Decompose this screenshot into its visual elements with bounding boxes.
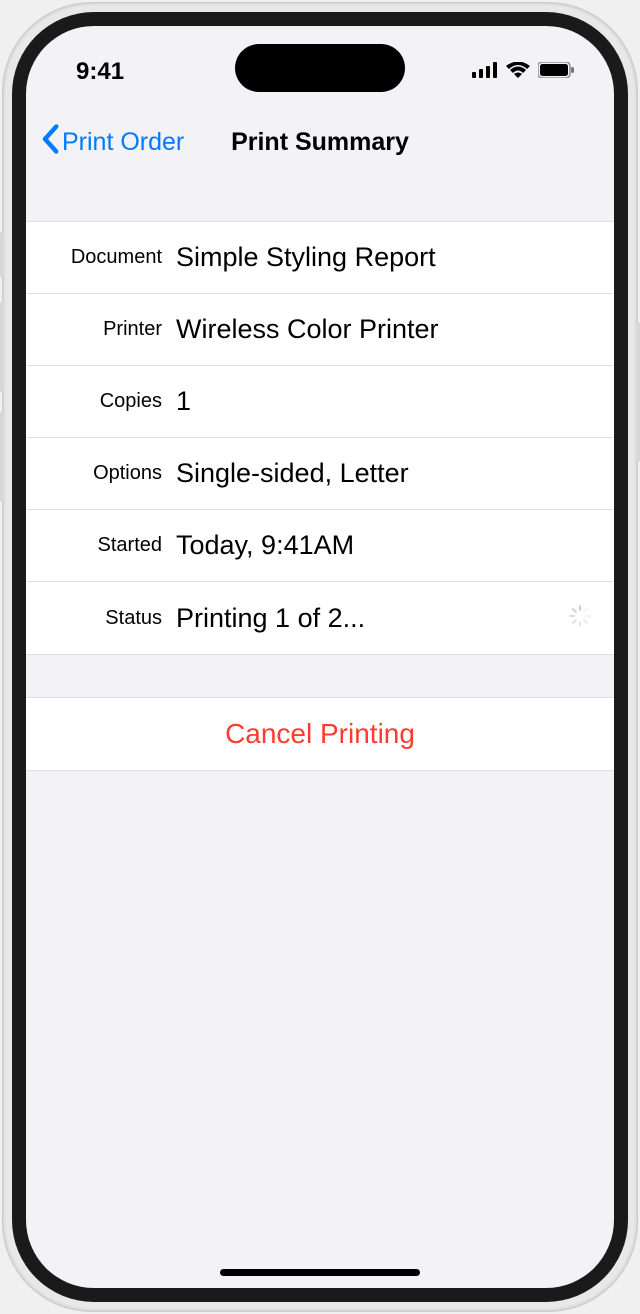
- row-copies: Copies 1: [26, 366, 614, 438]
- battery-icon: [538, 62, 574, 83]
- row-label: Copies: [26, 390, 176, 413]
- row-value: Single-sided, Letter: [176, 458, 602, 489]
- dynamic-island: [235, 44, 405, 92]
- row-document: Document Simple Styling Report: [26, 222, 614, 294]
- row-status: Status Printing 1 of 2...: [26, 582, 614, 654]
- cancel-button-label: Cancel Printing: [225, 718, 415, 750]
- row-label: Printer: [26, 318, 176, 341]
- spinner-icon: [568, 604, 592, 633]
- row-value: Today, 9:41AM: [176, 530, 602, 561]
- cancel-printing-button[interactable]: Cancel Printing: [26, 698, 614, 770]
- page-title: Print Summary: [231, 128, 409, 157]
- status-time: 9:41: [76, 58, 124, 86]
- row-value: Printing 1 of 2...: [176, 603, 568, 634]
- wifi-icon: [506, 62, 530, 83]
- back-button[interactable]: Print Order: [40, 124, 184, 161]
- chevron-left-icon: [40, 124, 60, 161]
- back-button-label: Print Order: [62, 128, 184, 157]
- navigation-bar: Print Order Print Summary: [26, 94, 614, 181]
- home-indicator[interactable]: [220, 1269, 420, 1276]
- row-value: 1: [176, 386, 602, 417]
- cellular-icon: [472, 62, 498, 83]
- row-label: Started: [26, 534, 176, 557]
- row-printer: Printer Wireless Color Printer: [26, 294, 614, 366]
- summary-list: Document Simple Styling Report Printer W…: [26, 221, 614, 655]
- row-label: Status: [26, 607, 176, 630]
- row-value: Simple Styling Report: [176, 242, 602, 273]
- row-label: Options: [26, 462, 176, 485]
- row-label: Document: [26, 246, 176, 269]
- row-started: Started Today, 9:41AM: [26, 510, 614, 582]
- row-value: Wireless Color Printer: [176, 314, 602, 345]
- row-options: Options Single-sided, Letter: [26, 438, 614, 510]
